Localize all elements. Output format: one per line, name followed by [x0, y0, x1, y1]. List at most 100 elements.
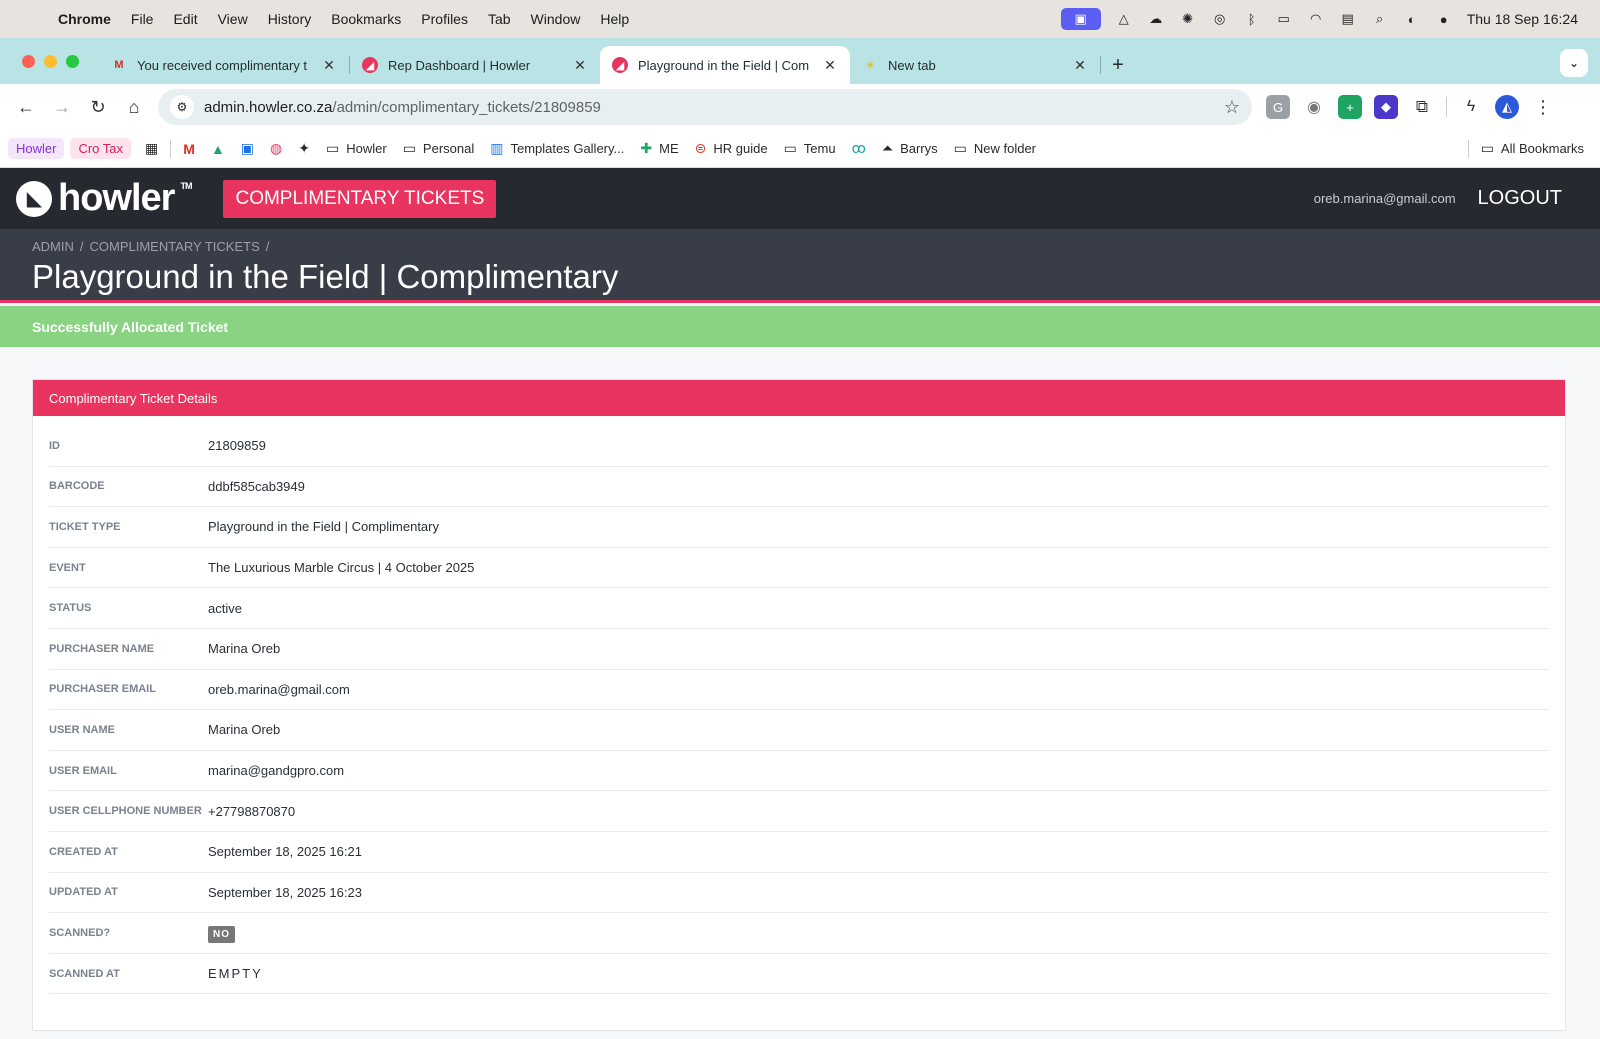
calendar-bookmark-icon[interactable]: ▣	[233, 137, 262, 160]
spotlight-search-icon[interactable]: ⌕	[1371, 11, 1389, 27]
creative-cloud-icon[interactable]: ☁	[1147, 11, 1165, 27]
address-bar[interactable]: ⚙ admin.howler.co.za/admin/complimentary…	[158, 89, 1252, 125]
detail-row-event: EVENT The Luxurious Marble Circus | 4 Oc…	[49, 548, 1549, 589]
bookmark-folder-temu[interactable]: ▭ Temu	[776, 137, 844, 160]
back-button[interactable]: ←	[8, 89, 44, 125]
bookmark-label: Barrys	[900, 141, 938, 156]
tab-new-tab[interactable]: ☀ New tab ✕	[850, 46, 1100, 84]
forward-button[interactable]: →	[44, 89, 80, 125]
gmail-bookmark-icon[interactable]: M	[175, 138, 203, 160]
bookmark-label: New folder	[973, 141, 1036, 156]
menu-kebab-icon[interactable]: ⋮	[1531, 95, 1555, 119]
reload-icon: ↻	[90, 96, 106, 117]
bookmark-co-icon[interactable]: ꝏ	[844, 137, 874, 160]
apps-grid-icon[interactable]: ▦	[137, 137, 166, 160]
siri-icon[interactable]: ●	[1435, 11, 1453, 27]
bookmark-folder-howler[interactable]: ▭ Howler	[318, 137, 395, 160]
menu-help[interactable]: Help	[590, 11, 639, 27]
app-header: ◣ howler TM COMPLIMENTARY TICKETS oreb.m…	[0, 168, 1600, 229]
menubar-clock[interactable]: Thu 18 Sep 16:24	[1467, 11, 1578, 27]
detail-label: PURCHASER NAME	[49, 642, 155, 655]
bookmark-cro-tax-group[interactable]: Cro Tax	[70, 138, 132, 159]
close-window-button[interactable]	[22, 55, 35, 68]
detail-value: Playground in the Field | Complimentary	[208, 519, 439, 535]
breadcrumb-complimentary-tickets[interactable]: COMPLIMENTARY TICKETS	[90, 239, 260, 254]
battery-icon[interactable]: ▭	[1275, 11, 1293, 27]
bookmark-howler-group[interactable]: Howler	[8, 138, 65, 159]
menu-profiles[interactable]: Profiles	[411, 11, 478, 27]
detail-row-updated-at: UPDATED AT September 18, 2025 16:23	[49, 873, 1549, 914]
menu-app[interactable]: Chrome	[44, 11, 121, 27]
tab-search-button[interactable]: ⌄	[1560, 49, 1588, 77]
tab-gmail[interactable]: M You received complimentary t ✕	[99, 46, 349, 84]
site-info-icon[interactable]: ⚙	[170, 95, 194, 119]
control-center-icon[interactable]: ◐	[1403, 11, 1421, 27]
menu-tab[interactable]: Tab	[478, 11, 521, 27]
performance-icon[interactable]: ϟ	[1459, 95, 1483, 119]
detail-label: SCANNED?	[49, 926, 111, 939]
tab-playground-active[interactable]: ◢ Playground in the Field | Com ✕	[600, 46, 850, 84]
sheets-extension-icon[interactable]: +	[1338, 95, 1362, 119]
tab-title: You received complimentary t	[137, 57, 308, 73]
bookmark-folder-personal[interactable]: ▭ Personal	[395, 137, 483, 160]
minimize-window-button[interactable]	[44, 55, 57, 68]
bluetooth-icon[interactable]: ᛒ	[1243, 11, 1261, 27]
folder-icon: ▭	[325, 140, 340, 156]
sheets-icon: ✚	[640, 140, 653, 156]
folder-icon: ▭	[1480, 140, 1494, 156]
complimentary-tickets-nav-button[interactable]: COMPLIMENTARY TICKETS	[223, 179, 497, 218]
logout-link[interactable]: LOGOUT	[1478, 187, 1562, 210]
bookmark-label: HR guide	[713, 141, 768, 156]
fullscreen-window-button[interactable]	[66, 55, 79, 68]
menu-edit[interactable]: Edit	[163, 11, 207, 27]
notion-bookmark-icon[interactable]: ◍	[262, 137, 290, 160]
howler-logo[interactable]: ◣ howler TM	[16, 177, 192, 220]
reload-button[interactable]: ↻	[80, 89, 116, 125]
calendar-icon[interactable]: ▤	[1339, 11, 1357, 27]
screen-share-icon[interactable]: ▣	[1060, 8, 1101, 30]
bookmark-barrys[interactable]: ⏶ Barrys	[874, 137, 946, 160]
menu-window[interactable]: Window	[521, 11, 591, 27]
folder-icon: ▭	[402, 140, 416, 156]
drive-bookmark-icon[interactable]: ▲	[203, 138, 233, 160]
new-tab-button[interactable]: +	[1101, 46, 1135, 84]
airdrop-icon[interactable]: ◎	[1211, 11, 1229, 27]
details-list: ID 21809859 BARCODE ddbf585cab3949 TICKE…	[33, 416, 1565, 995]
home-button[interactable]: ⌂	[116, 89, 152, 125]
chevron-down-icon: ⌄	[1568, 56, 1580, 70]
profile-avatar[interactable]: ◭	[1495, 95, 1519, 119]
detail-value: Marina Oreb	[208, 722, 281, 738]
success-flash-message: Successfully Allocated Ticket	[0, 306, 1600, 347]
bookmark-templates-gallery[interactable]: ▥ Templates Gallery...	[482, 137, 632, 160]
figma-bookmark-icon[interactable]: ✦	[290, 137, 318, 160]
browser-tab-strip: M You received complimentary t ✕ ◢ Rep D…	[0, 38, 1600, 84]
tab-title: Rep Dashboard | Howler	[388, 57, 531, 73]
drive-icon[interactable]: △	[1115, 11, 1133, 27]
breadcrumb-admin[interactable]: ADMIN	[32, 239, 74, 254]
menu-history[interactable]: History	[258, 11, 322, 27]
purple-extension-icon[interactable]: ◆	[1374, 95, 1398, 119]
bookmark-star-icon[interactable]: ☆	[1224, 97, 1240, 118]
menu-bookmarks[interactable]: Bookmarks	[321, 11, 411, 27]
all-bookmarks-button[interactable]: ▭ All Bookmarks	[1473, 137, 1592, 160]
close-icon[interactable]: ✕	[822, 57, 838, 74]
extensions-puzzle-icon[interactable]: ⧉	[1410, 95, 1434, 119]
url-host: admin.howler.co.za	[204, 98, 333, 116]
tab-rep-dashboard[interactable]: ◢ Rep Dashboard | Howler ✕	[350, 46, 600, 84]
close-icon[interactable]: ✕	[572, 57, 588, 74]
close-icon[interactable]: ✕	[1072, 57, 1088, 74]
openai-icon[interactable]: ✺	[1179, 11, 1197, 27]
user-email[interactable]: oreb.marina@gmail.com	[1314, 191, 1456, 206]
bookmark-hr-guide[interactable]: ⊜ HR guide	[687, 137, 776, 160]
menu-view[interactable]: View	[208, 11, 258, 27]
close-icon[interactable]: ✕	[321, 57, 337, 74]
header-user-area: oreb.marina@gmail.com LOGOUT	[1314, 187, 1584, 210]
camera-extension-icon[interactable]: ◉	[1302, 95, 1326, 119]
wifi-icon[interactable]: ◠	[1307, 11, 1325, 27]
grammarly-extension-icon[interactable]: G	[1266, 95, 1290, 119]
menu-file[interactable]: File	[121, 11, 164, 27]
page-title: Playground in the Field | Complimentary	[32, 258, 619, 295]
bookmark-me[interactable]: ✚ ME	[632, 137, 686, 160]
bookmark-new-folder[interactable]: ▭ New folder	[946, 137, 1044, 160]
detail-row-ticket-type: TICKET TYPE Playground in the Field | Co…	[49, 507, 1549, 548]
